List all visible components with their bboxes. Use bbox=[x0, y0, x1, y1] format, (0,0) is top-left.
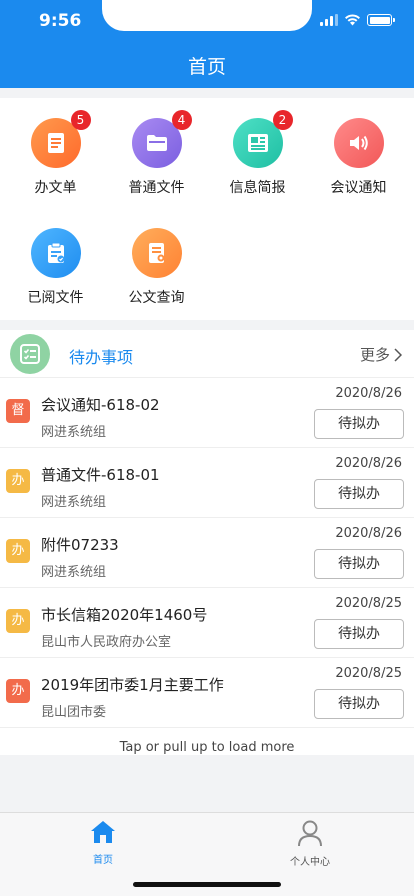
pending-action-button[interactable]: 待拟办 bbox=[314, 619, 404, 649]
todo-row-title: 会议通知-618-02 bbox=[41, 396, 160, 414]
todo-tag: 办 bbox=[6, 469, 30, 493]
grid-item-label: 普通文件 bbox=[128, 180, 185, 196]
more-label: 更多 bbox=[359, 346, 390, 364]
todo-title: 待办事项 bbox=[69, 348, 134, 367]
todo-row-org: 昆山团市委 bbox=[41, 705, 107, 720]
todo-row-date: 2020/8/26 bbox=[335, 526, 402, 541]
app-header: 9:56 首页 bbox=[0, 0, 414, 88]
todo-row-title: 普通文件-618-01 bbox=[41, 466, 160, 484]
home-indicator bbox=[133, 882, 281, 887]
function-grid: 5 办文单 4 普通文件 2 信息简报 会议通知 已阅文件 公文查询 bbox=[0, 98, 414, 320]
todo-tag: 办 bbox=[6, 679, 30, 703]
grid-item-general-files[interactable]: 4 普通文件 bbox=[105, 110, 208, 197]
todo-row-date: 2020/8/26 bbox=[335, 386, 402, 401]
todo-row-org: 网进系统组 bbox=[41, 495, 107, 510]
status-icons bbox=[320, 14, 395, 26]
badge-count: 5 bbox=[70, 110, 91, 130]
todo-row-title: 2019年团市委1月主要工作 bbox=[41, 676, 224, 694]
todo-row[interactable]: 督 会议通知-618-02 网进系统组 2020/8/26 待拟办 bbox=[0, 378, 414, 448]
pending-action-button[interactable]: 待拟办 bbox=[314, 479, 404, 509]
checklist-icon bbox=[10, 334, 50, 374]
grid-item-label: 公文查询 bbox=[128, 290, 185, 306]
todo-row-org: 网进系统组 bbox=[41, 425, 107, 440]
folder-icon: 4 bbox=[131, 110, 192, 168]
todo-tag: 督 bbox=[6, 399, 30, 423]
tab-profile[interactable]: 个人中心 bbox=[270, 819, 350, 868]
todo-row[interactable]: 办 普通文件-618-01 网进系统组 2020/8/26 待拟办 bbox=[0, 448, 414, 518]
grid-item-official-form[interactable]: 5 办文单 bbox=[4, 110, 107, 197]
grid-item-label: 会议通知 bbox=[330, 180, 387, 196]
todo-row-title: 附件07233 bbox=[41, 536, 119, 554]
wifi-icon bbox=[345, 14, 360, 26]
signal-icon bbox=[320, 14, 338, 26]
load-more-hint[interactable]: Tap or pull up to load more bbox=[0, 740, 414, 755]
pending-action-button[interactable]: 待拟办 bbox=[314, 689, 404, 719]
pending-action-button[interactable]: 待拟办 bbox=[314, 549, 404, 579]
todo-tag: 办 bbox=[6, 609, 30, 633]
todo-row-date: 2020/8/25 bbox=[335, 596, 402, 611]
todo-header: 待办事项 更多 bbox=[0, 330, 414, 378]
todo-row-date: 2020/8/26 bbox=[335, 456, 402, 471]
speaker-icon bbox=[333, 118, 384, 168]
doc-search-icon bbox=[131, 228, 182, 278]
status-time: 9:56 bbox=[39, 11, 82, 31]
page-title: 首页 bbox=[187, 56, 226, 78]
todo-row[interactable]: 办 附件07233 网进系统组 2020/8/26 待拟办 bbox=[0, 518, 414, 588]
tab-home[interactable]: 首页 bbox=[63, 819, 143, 866]
person-icon bbox=[298, 820, 322, 847]
grid-item-label: 信息简报 bbox=[229, 180, 286, 196]
todo-tag: 办 bbox=[6, 539, 30, 563]
badge-count: 4 bbox=[171, 110, 192, 130]
badge-count: 2 bbox=[272, 110, 293, 130]
grid-item-doc-query[interactable]: 公文查询 bbox=[105, 228, 208, 307]
clipboard-check-icon bbox=[30, 228, 81, 278]
grid-item-label: 已阅文件 bbox=[27, 290, 84, 306]
grid-item-info-brief[interactable]: 2 信息简报 bbox=[206, 110, 309, 197]
todo-row-title: 市长信箱2020年1460号 bbox=[41, 606, 208, 624]
chevron-right-icon bbox=[394, 347, 402, 362]
tab-label: 首页 bbox=[93, 855, 113, 866]
grid-item-label: 办文单 bbox=[34, 180, 77, 196]
tab-label: 个人中心 bbox=[290, 857, 330, 868]
newspaper-icon: 2 bbox=[232, 110, 293, 168]
device-notch bbox=[102, 0, 312, 31]
more-link[interactable]: 更多 bbox=[360, 344, 402, 365]
battery-icon bbox=[367, 14, 395, 26]
document-icon: 5 bbox=[30, 110, 91, 168]
todo-row-date: 2020/8/25 bbox=[335, 666, 402, 681]
todo-row-org: 网进系统组 bbox=[41, 565, 107, 580]
grid-item-read-files[interactable]: 已阅文件 bbox=[4, 228, 107, 307]
todo-row[interactable]: 办 市长信箱2020年1460号 昆山市人民政府办公室 2020/8/25 待拟… bbox=[0, 588, 414, 658]
home-icon bbox=[91, 821, 115, 843]
todo-row[interactable]: 办 2019年团市委1月主要工作 昆山团市委 2020/8/25 待拟办 bbox=[0, 658, 414, 728]
grid-item-meeting-notice[interactable]: 会议通知 bbox=[307, 118, 410, 197]
pending-action-button[interactable]: 待拟办 bbox=[314, 409, 404, 439]
todo-panel: 待办事项 更多 督 会议通知-618-02 网进系统组 2020/8/26 待拟… bbox=[0, 330, 414, 755]
todo-row-org: 昆山市人民政府办公室 bbox=[41, 635, 172, 650]
